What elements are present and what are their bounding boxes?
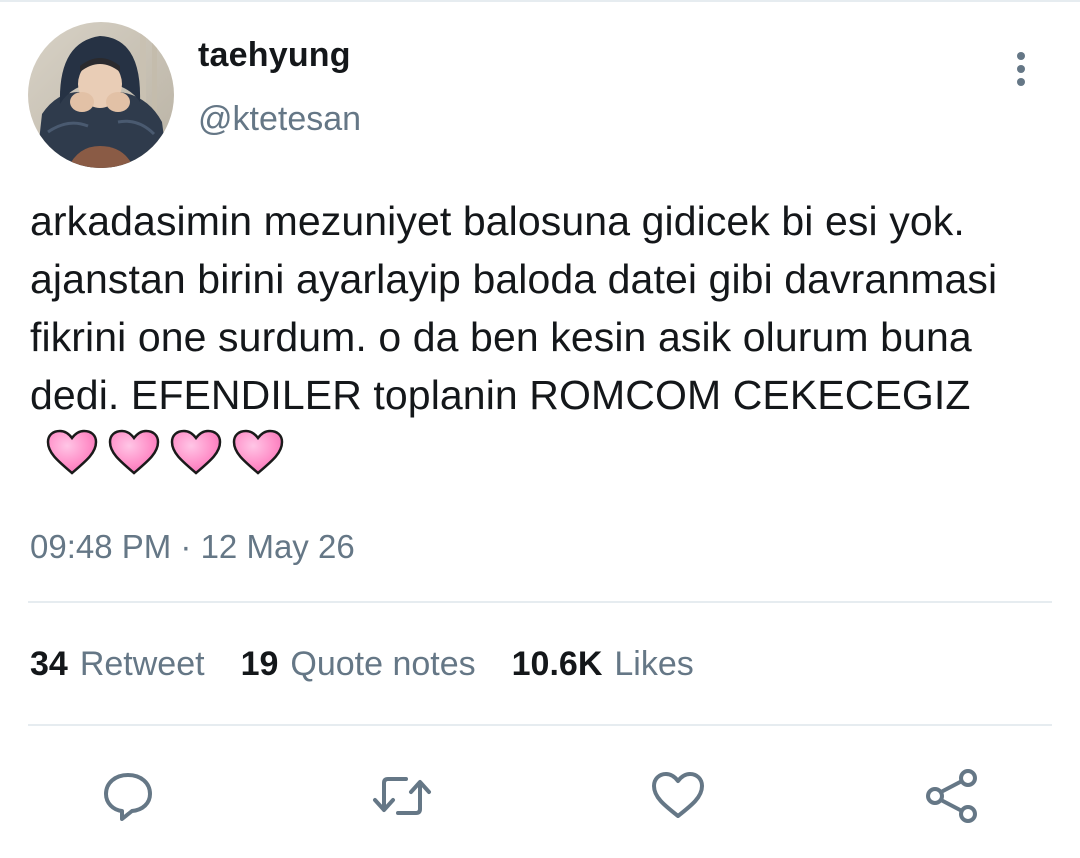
like-button[interactable] [648, 766, 708, 826]
user-handle[interactable]: @ktetesan [198, 100, 361, 139]
tweet-stats: 34 Retweet 19 Quote notes 10.6K Likes [30, 645, 694, 684]
divider [28, 724, 1052, 726]
display-name[interactable]: taehyung [198, 36, 351, 75]
more-vertical-icon [1017, 52, 1025, 86]
likes-count: 10.6K [511, 645, 603, 683]
retweet-icon [373, 777, 431, 815]
retweet-button[interactable] [372, 766, 432, 826]
heart-icon [652, 772, 704, 818]
likes-label: Likes [614, 645, 694, 683]
quotes-stat[interactable]: 19 Quote notes [241, 645, 476, 684]
pink-heart-emoji [46, 429, 98, 475]
avatar[interactable] [28, 22, 174, 168]
avatar-image [28, 22, 174, 168]
reply-button[interactable] [98, 766, 158, 826]
reply-icon [104, 773, 152, 821]
action-bar [0, 760, 1080, 830]
quotes-label: Quote notes [290, 645, 476, 683]
top-divider [0, 0, 1080, 2]
likes-stat[interactable]: 10.6K Likes [512, 645, 694, 684]
divider [28, 601, 1052, 603]
more-options-button[interactable] [1000, 48, 1042, 90]
tweet-timestamp[interactable]: 09:48 PM · 12 May 26 [30, 528, 355, 566]
pink-heart-emoji [108, 429, 160, 475]
share-icon [926, 769, 977, 823]
pink-heart-emoji [232, 429, 284, 475]
tweet-text-body: arkadasimin mezuniyet balosuna gidicek b… [30, 198, 998, 418]
retweets-stat[interactable]: 34 Retweet [30, 645, 205, 684]
pink-heart-emoji [170, 429, 222, 475]
retweets-label: Retweet [79, 645, 205, 683]
share-button[interactable] [922, 766, 982, 826]
emoji-group [46, 429, 284, 475]
retweets-count: 34 [30, 645, 68, 683]
quotes-count: 19 [240, 645, 279, 683]
tweet-text: arkadasimin mezuniyet balosuna gidicek b… [30, 192, 1050, 482]
